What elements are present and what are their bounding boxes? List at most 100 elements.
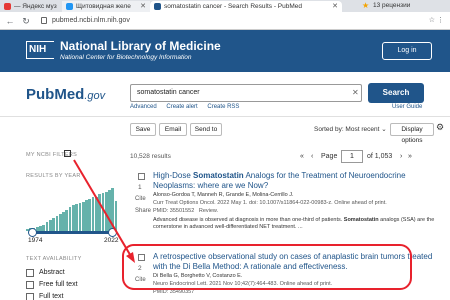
year-end-handle[interactable] <box>108 228 117 237</box>
year-end-label: 2022 <box>104 237 119 244</box>
star-bookmark-icon[interactable]: ☆ ⋮ <box>429 15 444 27</box>
cite-button[interactable]: Cite <box>135 196 146 202</box>
reload-icon[interactable]: ↻ <box>20 15 32 27</box>
next-page-icon[interactable]: › <box>400 150 402 163</box>
histogram-bar[interactable] <box>78 203 82 231</box>
user-guide-link[interactable]: User Guide <box>392 104 422 110</box>
year-slider-track[interactable] <box>32 231 112 234</box>
sort-dropdown[interactable]: Sorted by: Most recent ⌄ <box>314 125 387 133</box>
share-button[interactable]: Share <box>135 208 151 214</box>
save-button[interactable]: Save <box>130 123 156 136</box>
histogram-bar[interactable] <box>101 193 105 231</box>
search-sublinks: Advanced Create alert Create RSS <box>130 104 247 110</box>
yandex-favicon-icon <box>4 3 11 10</box>
checkbox[interactable] <box>26 293 34 300</box>
histogram-bar[interactable] <box>114 200 118 231</box>
histogram-bar[interactable] <box>62 211 65 231</box>
result-title-link[interactable]: High-Dose Somatostatin Analogs for the T… <box>153 171 443 191</box>
chevron-down-icon: ⌄ <box>381 126 387 133</box>
result-pmid-line: PMID: 35501552 Review. <box>153 208 218 214</box>
checkbox[interactable] <box>26 269 34 277</box>
lock-icon <box>41 17 47 24</box>
snippet-text: Advanced disease is observed at diagnosi… <box>153 217 344 223</box>
filter-label: Full text <box>39 293 64 300</box>
send-to-button[interactable]: Send to <box>190 123 222 136</box>
pubmed-logo-suffix: .gov <box>84 90 106 102</box>
title-text: High-Dose <box>153 171 194 180</box>
browser-tab-pubmed[interactable]: somatostatin cancer - Search Results - P… <box>150 1 342 12</box>
browser-tab-thyroid[interactable]: Щитовидная желе ✕ <box>62 1 150 12</box>
tab-strip: — Яндекс муз Щитовидная желе ✕ somatosta… <box>0 0 450 12</box>
address-bar: ← ↻ pubmed.ncbi.nlm.nih.gov ☆ ⋮ <box>0 12 450 30</box>
histogram-bar[interactable] <box>91 197 95 231</box>
histogram-bar[interactable] <box>104 192 108 231</box>
checkbox[interactable] <box>26 281 34 289</box>
search-input[interactable]: somatostatin cancer <box>130 84 362 102</box>
results-count: 10,528 results <box>130 153 171 160</box>
gear-icon[interactable]: ⚙ <box>436 122 444 133</box>
histogram-bar[interactable] <box>88 198 92 231</box>
external-link-icon[interactable] <box>64 150 71 157</box>
histogram-bar[interactable] <box>98 194 101 231</box>
create-rss-link[interactable]: Create RSS <box>207 104 239 110</box>
email-button[interactable]: Email <box>159 123 187 136</box>
result-item: 1 Cite Share High-Dose Somatostatin Anal… <box>130 170 445 242</box>
reviews-extension[interactable]: ★ 13 рецензии <box>362 1 410 11</box>
year-start-label: 1974 <box>28 237 43 244</box>
page-number-input[interactable]: 1 <box>341 150 363 163</box>
results-by-year-histogram[interactable] <box>26 188 118 231</box>
abstract-filter[interactable]: Abstract <box>26 268 65 278</box>
results-by-year-heading: RESULTS BY YEAR <box>26 173 81 179</box>
result-journal: Curr Treat Options Oncol. 2022 May 1. do… <box>153 200 387 206</box>
page-total: of 1,053 <box>367 153 393 160</box>
create-alert-link[interactable]: Create alert <box>166 104 197 110</box>
browser-tab-yandex[interactable]: — Яндекс муз <box>0 1 62 12</box>
back-arrow-icon[interactable]: ← <box>4 15 16 27</box>
histogram-bar[interactable] <box>108 190 111 231</box>
divider <box>0 116 450 117</box>
histogram-bar[interactable] <box>49 220 52 231</box>
star-icon: ★ <box>362 1 370 10</box>
reviews-extension-label: 13 рецензии <box>373 2 411 9</box>
histogram-bar[interactable] <box>55 215 59 231</box>
text-availability-heading: TEXT AVAILABILITY <box>26 256 82 262</box>
histogram-bar[interactable] <box>95 196 98 231</box>
histogram-bar[interactable] <box>52 218 55 231</box>
clear-search-icon[interactable]: ✕ <box>352 84 359 102</box>
prev-page-icon[interactable]: ‹ <box>311 150 313 163</box>
close-tab-icon[interactable]: ✕ <box>332 1 338 12</box>
filter-label: Abstract <box>39 269 65 276</box>
tab-label: — Яндекс муз <box>14 3 57 10</box>
full-text-filter[interactable]: Full text <box>26 292 64 300</box>
title-highlight: Somatostatin <box>193 171 244 180</box>
pubmed-favicon-icon <box>154 3 161 10</box>
first-page-icon[interactable]: « <box>300 150 304 163</box>
display-options-button[interactable]: Display options <box>390 123 434 144</box>
histogram-bar[interactable] <box>65 209 69 231</box>
last-page-icon[interactable]: » <box>408 150 412 163</box>
search-button[interactable]: Search <box>368 83 424 103</box>
result-number: 1 <box>138 184 142 191</box>
login-button[interactable]: Log in <box>382 42 432 60</box>
url-field[interactable]: pubmed.ncbi.nlm.nih.gov <box>40 15 240 27</box>
close-tab-icon[interactable]: ✕ <box>140 1 146 12</box>
review-badge: Review. <box>198 208 219 214</box>
nlm-title: National Library of Medicine <box>60 39 221 53</box>
result-checkbox[interactable] <box>138 173 145 180</box>
histogram-bar[interactable] <box>45 222 49 231</box>
histogram-bar[interactable] <box>58 213 62 231</box>
browser-chrome: — Яндекс муз Щитовидная желе ✕ somatosta… <box>0 0 450 30</box>
histogram-bar[interactable] <box>68 207 72 231</box>
free-full-text-filter[interactable]: Free full text <box>26 280 78 290</box>
pubmed-logo[interactable]: PubMed.gov <box>26 86 105 103</box>
histogram-bar[interactable] <box>81 201 85 231</box>
histogram-bar[interactable] <box>85 200 88 231</box>
year-start-handle[interactable] <box>28 228 37 237</box>
histogram-bar[interactable] <box>75 204 78 231</box>
red-annotation-circle <box>122 244 412 290</box>
nih-logo[interactable]: NIH <box>26 41 54 59</box>
histogram-bar[interactable] <box>72 205 75 231</box>
histogram-bar[interactable] <box>111 188 115 231</box>
advanced-link[interactable]: Advanced <box>130 104 157 110</box>
result-snippet: Advanced disease is observed at diagnosi… <box>153 217 443 231</box>
